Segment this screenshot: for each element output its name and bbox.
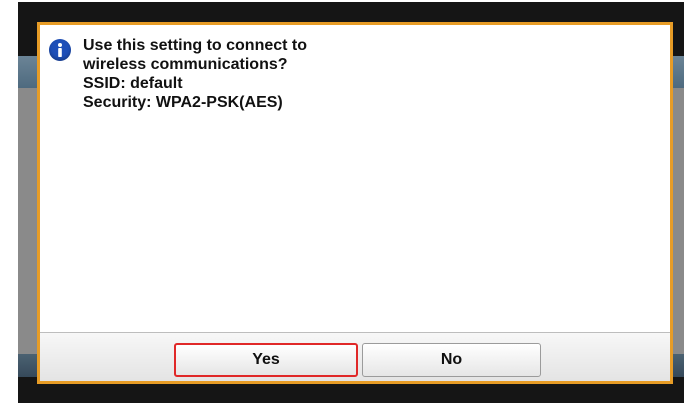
message-line: Use this setting to connect to [83, 37, 308, 54]
message-line: wireless communications? [83, 56, 288, 73]
confirm-dialog: Use this setting to connect to wireless … [37, 22, 673, 384]
info-icon [49, 39, 71, 61]
yes-button[interactable]: Yes [174, 343, 358, 377]
no-button[interactable]: No [362, 343, 541, 377]
message-area: Use this setting to connect to wireless … [40, 25, 670, 333]
dialog-message: Use this setting to connect to wireless … [83, 36, 307, 112]
ssid-line: SSID: default [83, 75, 183, 92]
button-bar: Yes No [40, 333, 670, 381]
security-line: Security: WPA2-PSK(AES) [83, 94, 283, 111]
